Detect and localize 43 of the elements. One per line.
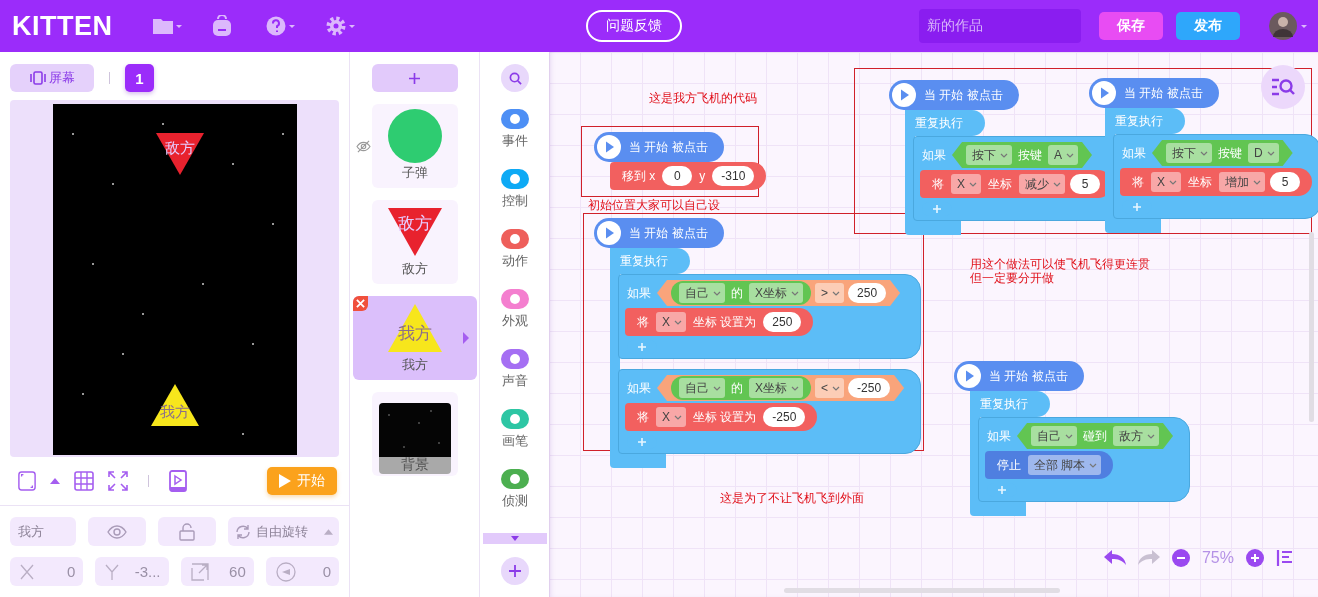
block-label: 停止 (996, 456, 1022, 474)
block-label: 坐标 设置为 (692, 408, 758, 426)
block-label: 坐标 设置为 (692, 313, 758, 331)
block-label: 如果 (986, 427, 1012, 445)
block-label: 当 开始 被点击 (988, 367, 1069, 385)
sprite-name: 我方 (401, 356, 428, 374)
block-label: 如果 (626, 284, 652, 302)
block-label: 将 (931, 175, 945, 193)
annotation-note: 但一定要分开做 (970, 272, 1054, 285)
block-label: 的 (730, 284, 744, 302)
sprite-name: 子弹 (401, 164, 428, 182)
block-label: 如果 (921, 146, 947, 164)
block-label: 将 (636, 408, 650, 426)
direction-value: 0 (322, 563, 331, 580)
block-label: 将 (636, 313, 650, 331)
block-label: 将 (1131, 173, 1145, 191)
zoom-level: 75% (1201, 549, 1234, 567)
sprite-label: 我方 (159, 402, 190, 422)
block-label: 的 (730, 379, 744, 397)
block-label: y (698, 169, 707, 183)
block-label: 移到 x (621, 167, 657, 185)
block-label: 如果 (626, 379, 652, 397)
annotation-note: 初始位置大家可以自己设 (588, 199, 720, 212)
x-value: 0 (66, 563, 76, 580)
block-label: 按键 (1217, 144, 1243, 162)
sprite-label: 敌方 (164, 138, 195, 158)
sprite-label: 我方 (397, 323, 432, 345)
block-label: 碰到 (1082, 427, 1108, 445)
block-label: 当 开始 被点击 (923, 86, 1004, 104)
sprite-name: 敌方 (401, 260, 428, 278)
block-label: 坐标 (987, 175, 1013, 193)
block-label: 当 开始 被点击 (1123, 84, 1204, 102)
block-label: 坐标 (1187, 173, 1213, 191)
sprite-label: 敌方 (397, 213, 432, 235)
block-label: 按键 (1017, 146, 1043, 164)
annotation-note: 这是我方飞机的代码 (649, 92, 757, 105)
annotation-note: 用这个做法可以使飞机飞得更连贯 (970, 258, 1150, 271)
size-value: 60 (229, 563, 246, 580)
y-value: -3... (134, 563, 161, 580)
block-label: 如果 (1121, 144, 1147, 162)
block-label: 当 开始 被点击 (628, 224, 709, 242)
block-label: 当 开始 被点击 (628, 138, 709, 156)
annotation-note: 这是为了不让飞机飞到外面 (720, 492, 864, 505)
